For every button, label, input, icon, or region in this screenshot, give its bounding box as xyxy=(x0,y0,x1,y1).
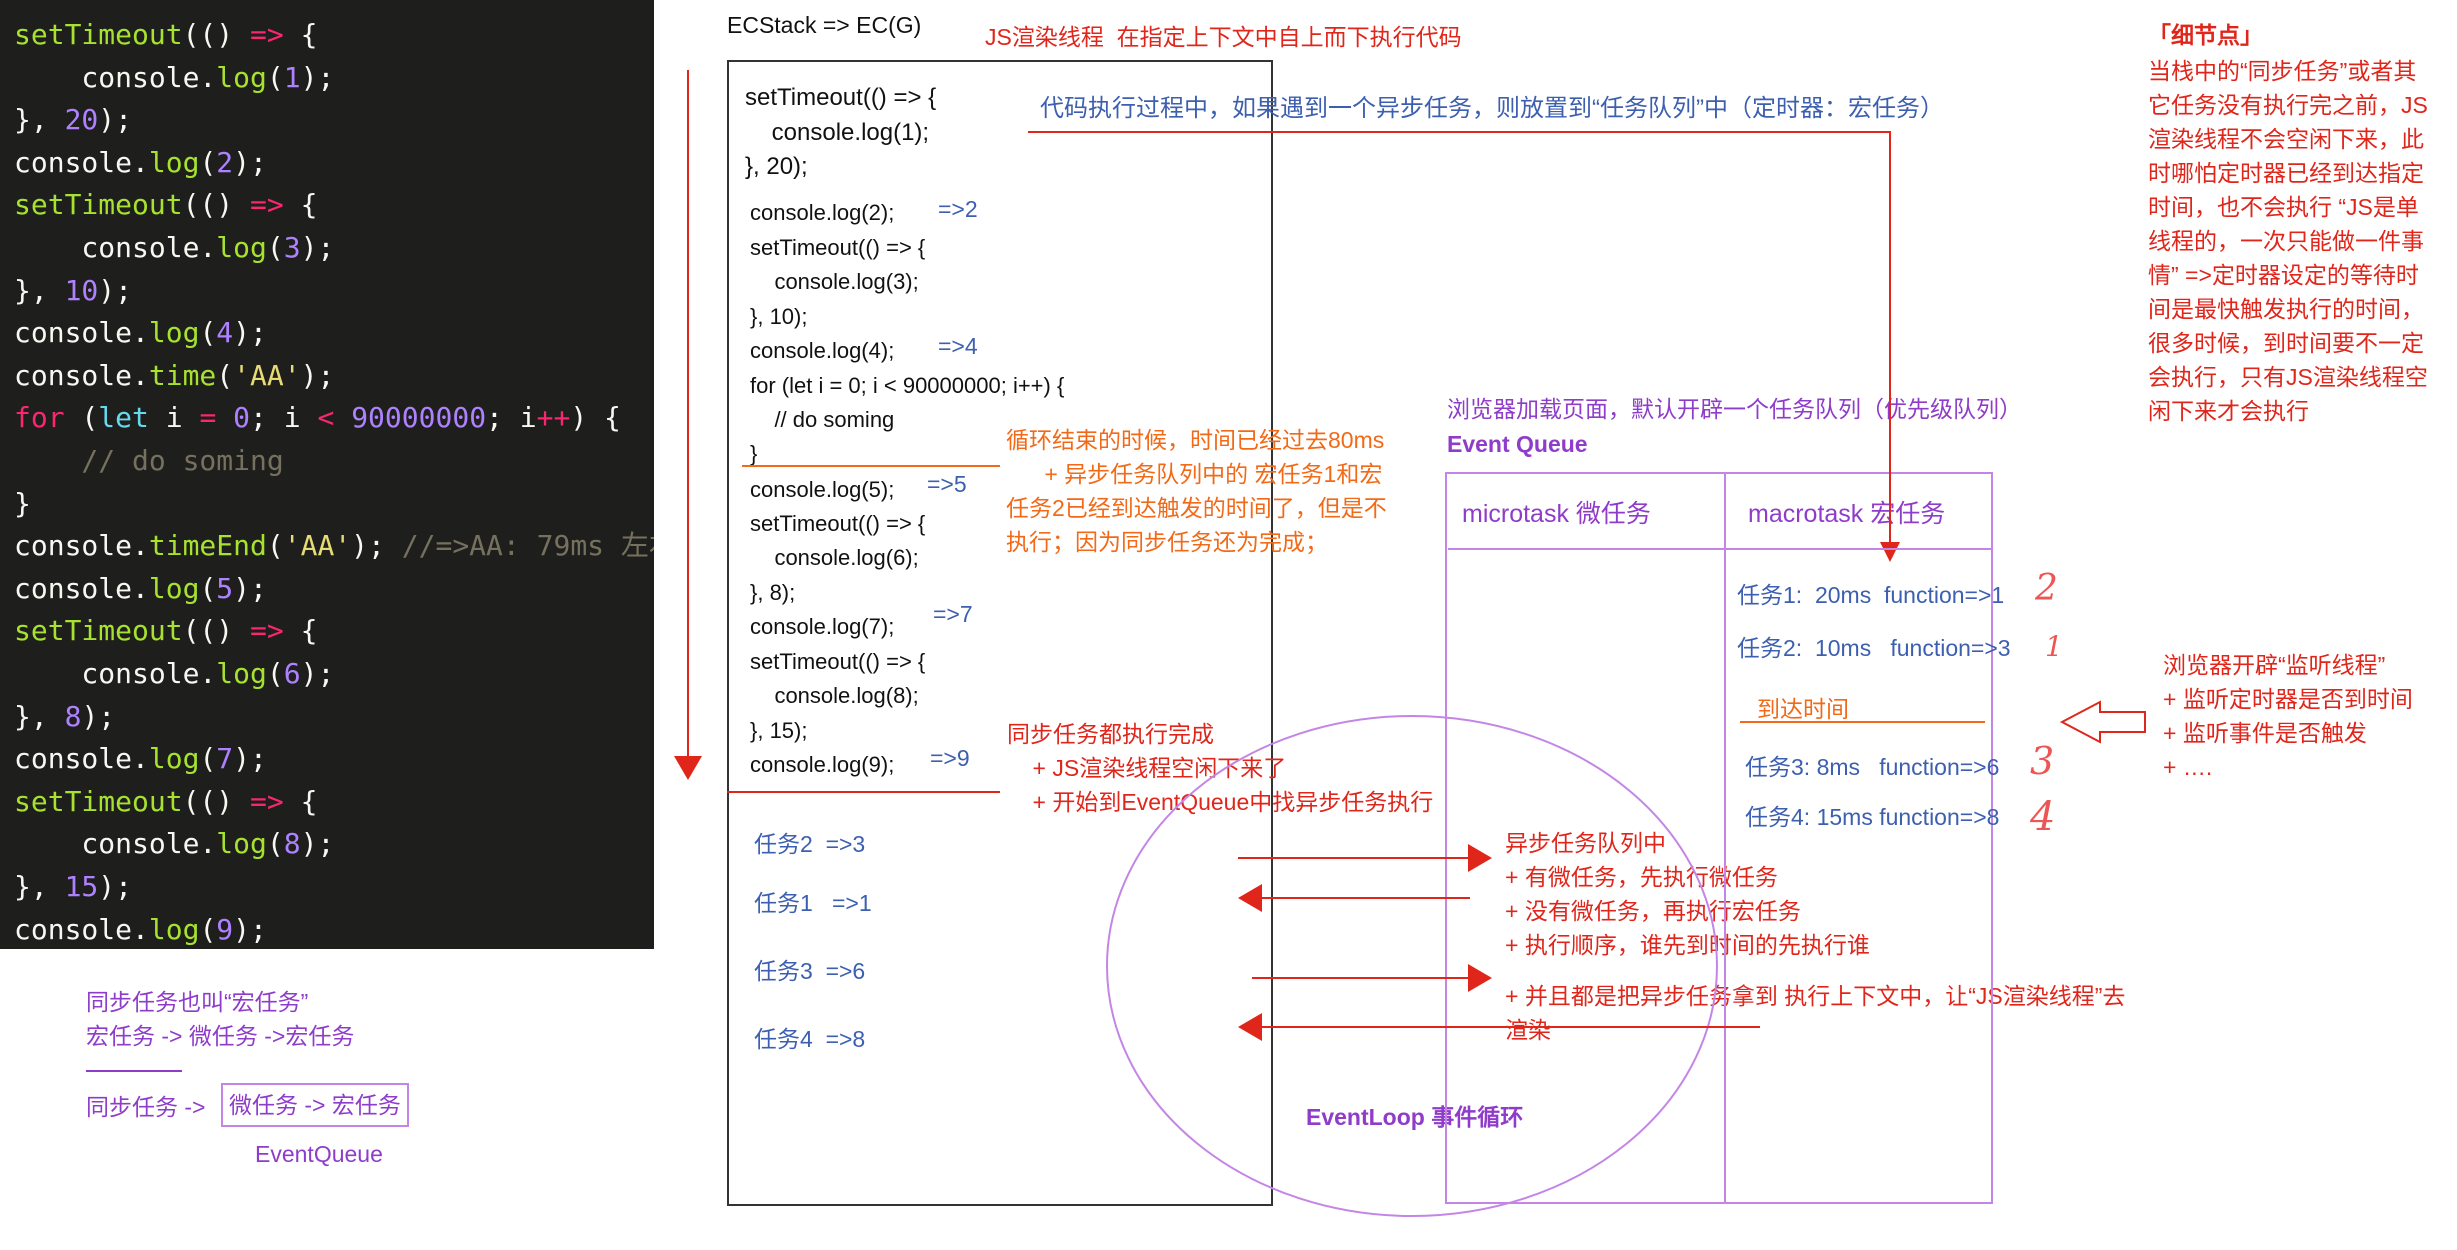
loop-arrowhead-left-1 xyxy=(1238,884,1262,912)
diagram-overlay xyxy=(86,70,2146,1217)
loop-arrowhead-left-2 xyxy=(1238,1013,1262,1041)
async-push-arrow xyxy=(1028,131,1900,562)
flow-down-arrowhead xyxy=(674,756,702,780)
listener-arrow xyxy=(2059,700,2146,744)
loop-arrowhead-right-2 xyxy=(1468,964,1492,992)
loop-arrowhead-right-1 xyxy=(1468,844,1492,872)
eventloop-ellipse xyxy=(1106,715,1718,1217)
